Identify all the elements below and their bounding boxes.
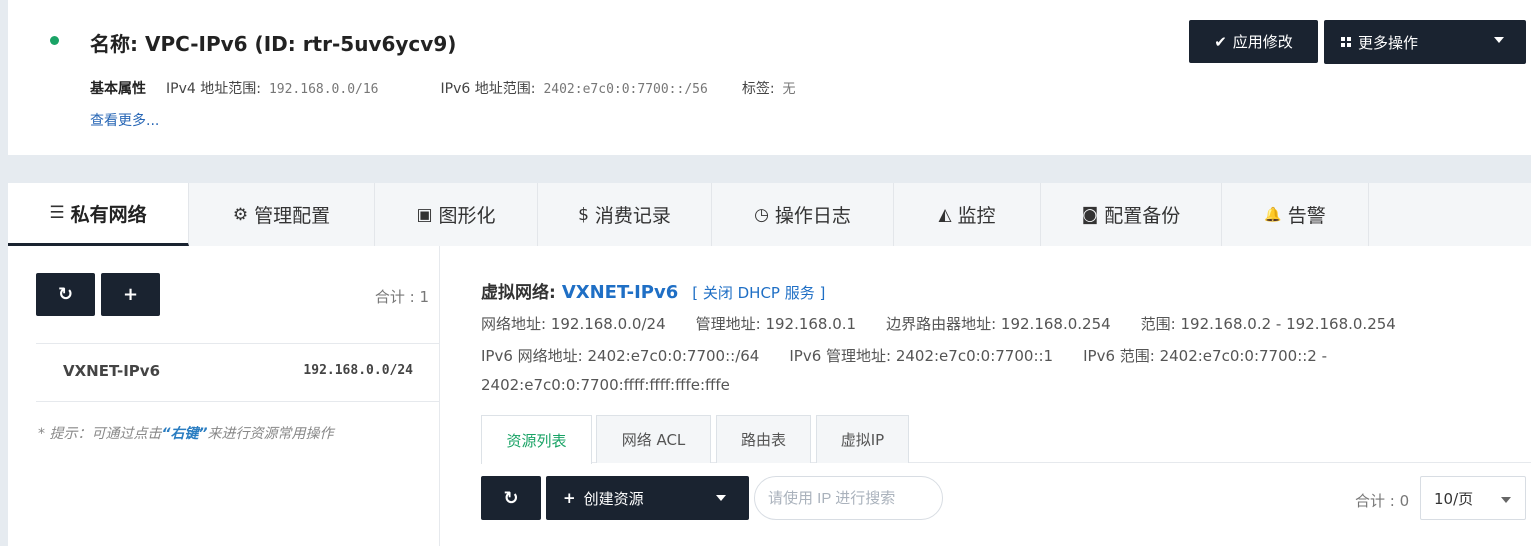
content-area: ↻ + 合计 : 1 VXNET-IPv6 192.168.0.0/24 * 提… [8, 246, 1531, 546]
refresh-icon: ↻ [503, 487, 519, 509]
gears-icon: ⚙ [232, 204, 249, 225]
vxnet-cidr: 192.168.0.0/24 [303, 363, 413, 378]
network-address: 网络地址: 192.168.0.0/24 [481, 315, 666, 333]
create-resource-button[interactable]: + 创建资源 [546, 476, 749, 520]
resource-total-count: 合计 : 0 [1355, 492, 1410, 510]
see-more-link[interactable]: 查看更多... [90, 110, 159, 130]
ipv4-range-label: IPv4 地址范围: [166, 81, 261, 97]
basic-properties: 基本属性 IPv4 地址范围: 192.168.0.0/16 IPv6 地址范围… [90, 78, 796, 98]
ipv4-range-value: 192.168.0.0/16 [268, 82, 379, 97]
page-size-value: 10/页 [1434, 489, 1474, 508]
refresh-button[interactable]: ↻ [36, 273, 95, 316]
vxnet-detail-title: 虚拟网络: VXNET-IPv6 [ 关闭 DHCP 服务 ] [481, 278, 825, 303]
basic-props-label: 基本属性 [90, 81, 146, 97]
vxnet-name-link[interactable]: VXNET-IPv6 [562, 282, 678, 303]
tab-label: 图形化 [438, 205, 496, 227]
disable-dhcp-link[interactable]: [ 关闭 DHCP 服务 ] [692, 282, 825, 303]
tab-label: 私有网络 [70, 203, 147, 226]
ipv6-range-continued: 2402:e7c0:0:7700:ffff:ffff:fffe:fffe [481, 376, 730, 394]
tab-config-backup[interactable]: ◙ 配置备份 [1041, 183, 1222, 246]
create-resource-label: 创建资源 [583, 489, 644, 508]
more-actions-label: 更多操作 [1358, 33, 1419, 52]
plus-icon: + [563, 489, 576, 507]
tab-alerts[interactable]: 🔔 告警 [1222, 183, 1369, 246]
ip-search-input[interactable] [754, 476, 943, 520]
subtab-virtual-ip[interactable]: 虚拟IP [816, 415, 909, 463]
hint-text: 来进行资源常用操作 [207, 426, 334, 442]
vxnet-detail-panel: 虚拟网络: VXNET-IPv6 [ 关闭 DHCP 服务 ] 网络地址: 19… [481, 246, 1531, 546]
ip-range: 范围: 192.168.0.2 - 192.168.0.254 [1140, 315, 1396, 333]
subtab-network-acl[interactable]: 网络 ACL [596, 415, 711, 463]
tab-label: 消费记录 [594, 205, 671, 227]
status-indicator [50, 36, 59, 45]
plus-icon: + [122, 284, 139, 305]
subtab-resource-list[interactable]: 资源列表 [481, 415, 592, 464]
ipv6-range: IPv6 范围: 2402:e7c0:0:7700::2 - [1083, 347, 1328, 365]
management-address: 管理地址: 192.168.0.1 [695, 315, 857, 333]
tab-label: 管理配置 [254, 205, 331, 227]
tab-graphical[interactable]: ▣ 图形化 [375, 183, 538, 246]
ipv6-management-address: IPv6 管理地址: 2402:e7c0:0:7700::1 [789, 347, 1054, 365]
more-actions-button[interactable]: 更多操作 [1324, 20, 1526, 64]
subtab-route-table[interactable]: 路由表 [716, 415, 811, 463]
clock-icon: ◷ [754, 204, 769, 225]
chevron-down-icon [716, 495, 726, 501]
resource-refresh-button[interactable]: ↻ [481, 476, 541, 520]
hint-highlight: “右键” [161, 426, 208, 442]
ipv6-info-row: IPv6 网络地址: 2402:e7c0:0:7700::/64 IPv6 管理地… [481, 345, 1327, 366]
resource-subtabs: 资源列表 网络 ACL 路由表 虚拟IP [481, 415, 1531, 464]
image-icon: ▣ [416, 204, 433, 225]
right-click-hint: * 提示：可通过点击“右键”来进行资源常用操作 [38, 423, 334, 443]
chevron-down-icon [1494, 37, 1504, 43]
tab-billing-records[interactable]: $ 消费记录 [538, 183, 712, 246]
page-size-select[interactable]: 10/页 [1420, 476, 1526, 520]
tab-management-config[interactable]: ⚙ 管理配置 [189, 183, 375, 246]
router-header-card: 名称: VPC-IPv6 (ID: rtr-5uv6ycv9) 基本属性 IPv… [8, 0, 1531, 155]
bell-icon: 🔔 [1264, 206, 1282, 223]
list-icon: ☰ [49, 203, 65, 223]
grid-icon [1341, 37, 1351, 47]
chevron-down-icon [1501, 497, 1511, 503]
check-icon: ✔ [1214, 32, 1227, 51]
hint-text: * 提示：可通过点击 [38, 426, 162, 442]
tags-value: 无 [782, 82, 796, 97]
vxnet-list-panel: ↻ + 合计 : 1 VXNET-IPv6 192.168.0.0/24 * 提… [8, 246, 440, 546]
camera-icon: ◙ [1081, 204, 1099, 225]
page-title: 名称: VPC-IPv6 (ID: rtr-5uv6ycv9) [90, 32, 457, 56]
tab-private-network[interactable]: ☰ 私有网络 [8, 183, 189, 246]
tab-label: 配置备份 [1104, 205, 1181, 227]
tab-operation-logs[interactable]: ◷ 操作日志 [712, 183, 894, 246]
vxnet-total-count: 合计 : 1 [374, 288, 429, 306]
ipv6-range-value: 2402:e7c0:0:7700::/56 [543, 82, 708, 97]
add-vxnet-button[interactable]: + [101, 273, 160, 316]
area-chart-icon: ◭ [938, 204, 952, 225]
refresh-icon: ↻ [57, 284, 74, 305]
tab-label: 操作日志 [774, 205, 851, 227]
tags-label: 标签: [741, 81, 775, 97]
ipv4-info-row: 网络地址: 192.168.0.0/24 管理地址: 192.168.0.1 边界路… [481, 313, 1396, 334]
tab-label: 告警 [1287, 205, 1326, 227]
tab-monitoring[interactable]: ◭ 监控 [894, 183, 1041, 246]
main-tabs: ☰ 私有网络 ⚙ 管理配置 ▣ 图形化 $ 消费记录 ◷ 操作日志 ◭ 监控 ◙… [8, 183, 1531, 246]
border-router-address: 边界路由器地址: 192.168.0.254 [886, 315, 1111, 333]
tab-label: 监控 [957, 205, 996, 227]
vxnet-name: VXNET-IPv6 [63, 362, 161, 380]
dollar-icon: $ [578, 204, 589, 225]
vxnet-list-item[interactable]: VXNET-IPv6 192.168.0.0/24 [36, 344, 439, 402]
ipv6-network-address: IPv6 网络地址: 2402:e7c0:0:7700::/64 [481, 347, 760, 365]
apply-changes-button[interactable]: ✔ 应用修改 [1189, 20, 1318, 63]
ipv6-range-label: IPv6 地址范围: [440, 81, 536, 97]
vxnet-label: 虚拟网络: [481, 283, 556, 303]
apply-changes-label: 应用修改 [1232, 33, 1293, 51]
